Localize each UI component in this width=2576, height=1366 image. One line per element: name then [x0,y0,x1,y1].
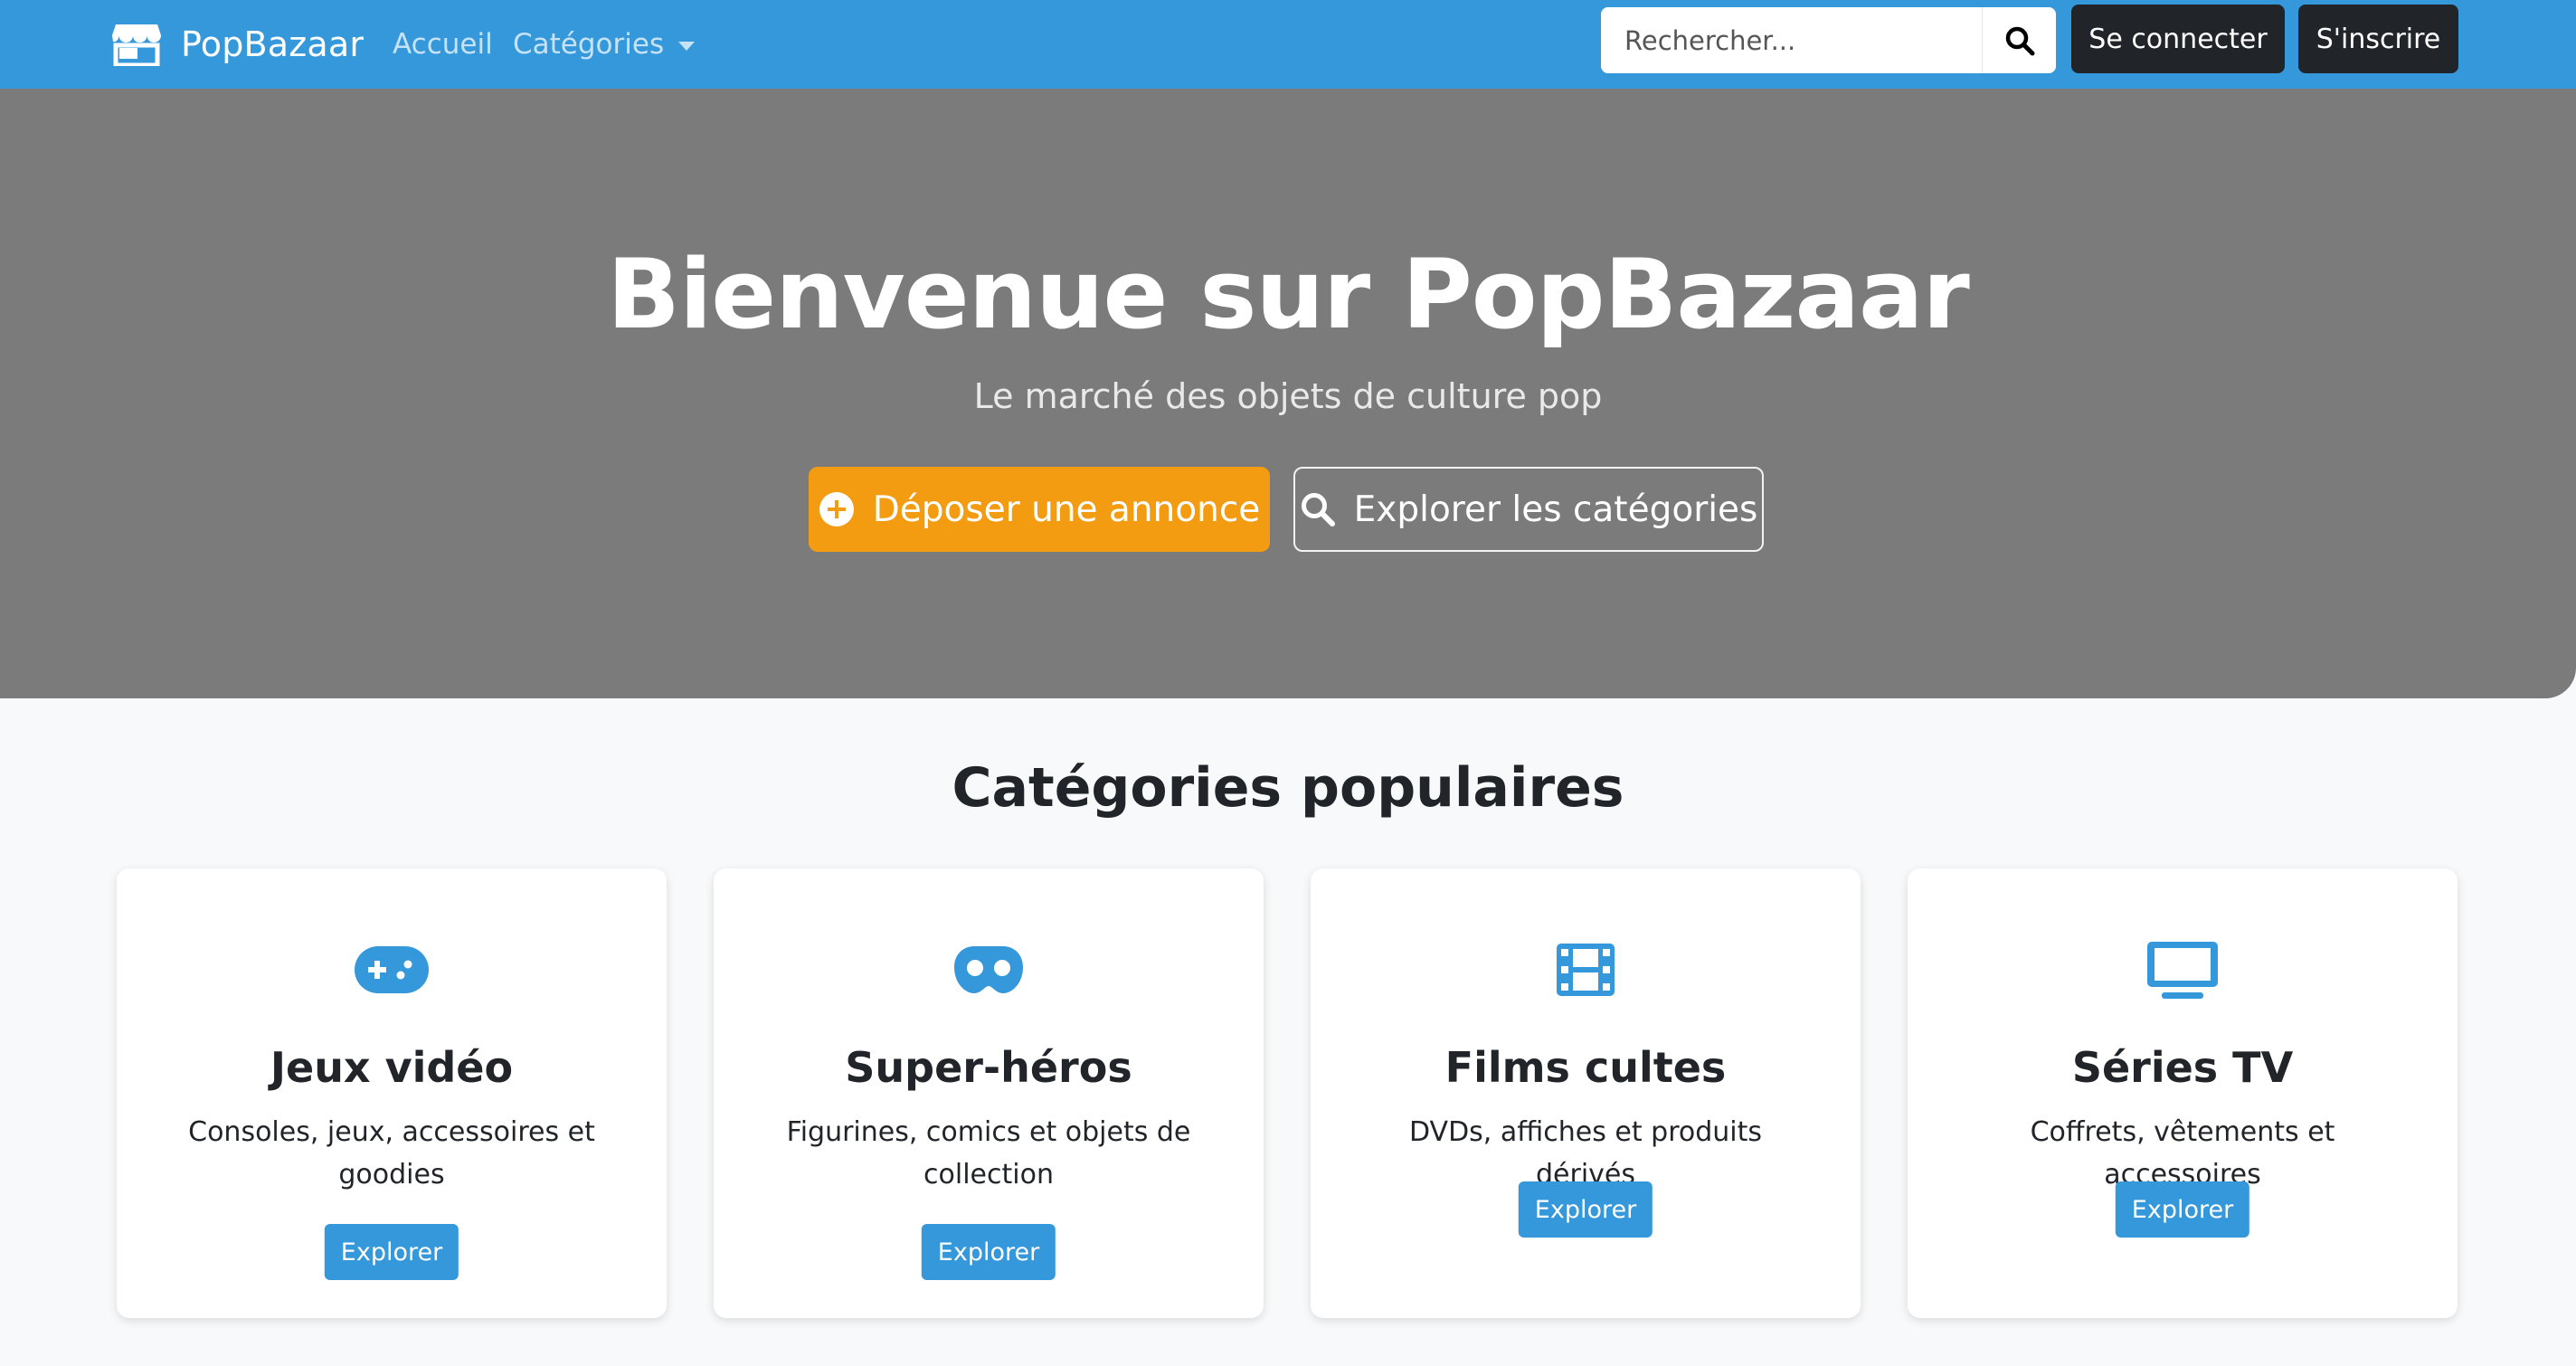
explore-super-heroes-button[interactable]: Explorer [921,1224,1056,1280]
category-description: Figurines, comics et objets de collectio… [786,1116,1191,1191]
search-icon [2005,26,2034,55]
category-description: Consoles, jeux, accessoires et goodies [188,1116,595,1191]
signup-button[interactable]: S'inscrire [2298,5,2458,73]
category-card-video-games: Jeux vidéo Consoles, jeux, accessoires e… [117,868,667,1318]
login-button[interactable]: Se connecter [2071,5,2285,73]
film-icon [1311,937,1861,1002]
category-title: Super-héros [845,1043,1132,1092]
search-icon [1301,493,1335,526]
explore-cult-films-button[interactable]: Explorer [1518,1181,1653,1238]
category-card-cult-films: Films cultes DVDs, affiches et produits … [1311,868,1861,1318]
nav-link-categories-dropdown[interactable]: Catégories [513,22,696,67]
category-card-tv-series: Séries TV Coffrets, vêtements et accesso… [1908,868,2458,1318]
nav-link-home[interactable]: Accueil [393,22,493,67]
explore-tv-series-button[interactable]: Explorer [2115,1181,2250,1238]
hero-section: Bienvenue sur PopBazaar Le marché des ob… [0,89,2576,698]
search-input[interactable] [1601,7,1982,73]
category-card-super-heroes: Super-héros Figurines, comics et objets … [714,868,1264,1318]
plus-circle-icon [819,492,854,526]
explore-categories-button[interactable]: Explorer les catégories [1293,467,1764,552]
store-icon [112,23,161,68]
hero-subtitle: Le marché des objets de culture pop [973,376,1603,416]
hero-title: Bienvenue sur PopBazaar [607,239,1970,350]
category-title: Films cultes [1444,1043,1727,1092]
post-ad-button[interactable]: Déposer une annonce [809,467,1270,552]
search-button[interactable] [1982,7,2056,73]
navbar: PopBazaar Accueil Catégories Se connecte… [0,0,2576,89]
mask-icon [714,937,1264,1002]
gamepad-icon [117,937,667,1002]
tv-icon [1908,937,2458,1002]
caret-down-icon [678,42,696,51]
categories-title: Catégories populaires [952,756,1624,820]
category-title: Séries TV [2071,1043,2294,1092]
nav-link-categories-label: Catégories [513,28,665,61]
brand-name: PopBazaar [181,24,365,64]
search-form [1601,7,2056,73]
explore-video-games-button[interactable]: Explorer [324,1224,459,1280]
brand-link[interactable]: PopBazaar [112,18,364,71]
post-ad-label: Déposer une annonce [872,489,1261,530]
explore-categories-label: Explorer les catégories [1353,489,1758,530]
category-title: Jeux vidéo [270,1043,514,1092]
